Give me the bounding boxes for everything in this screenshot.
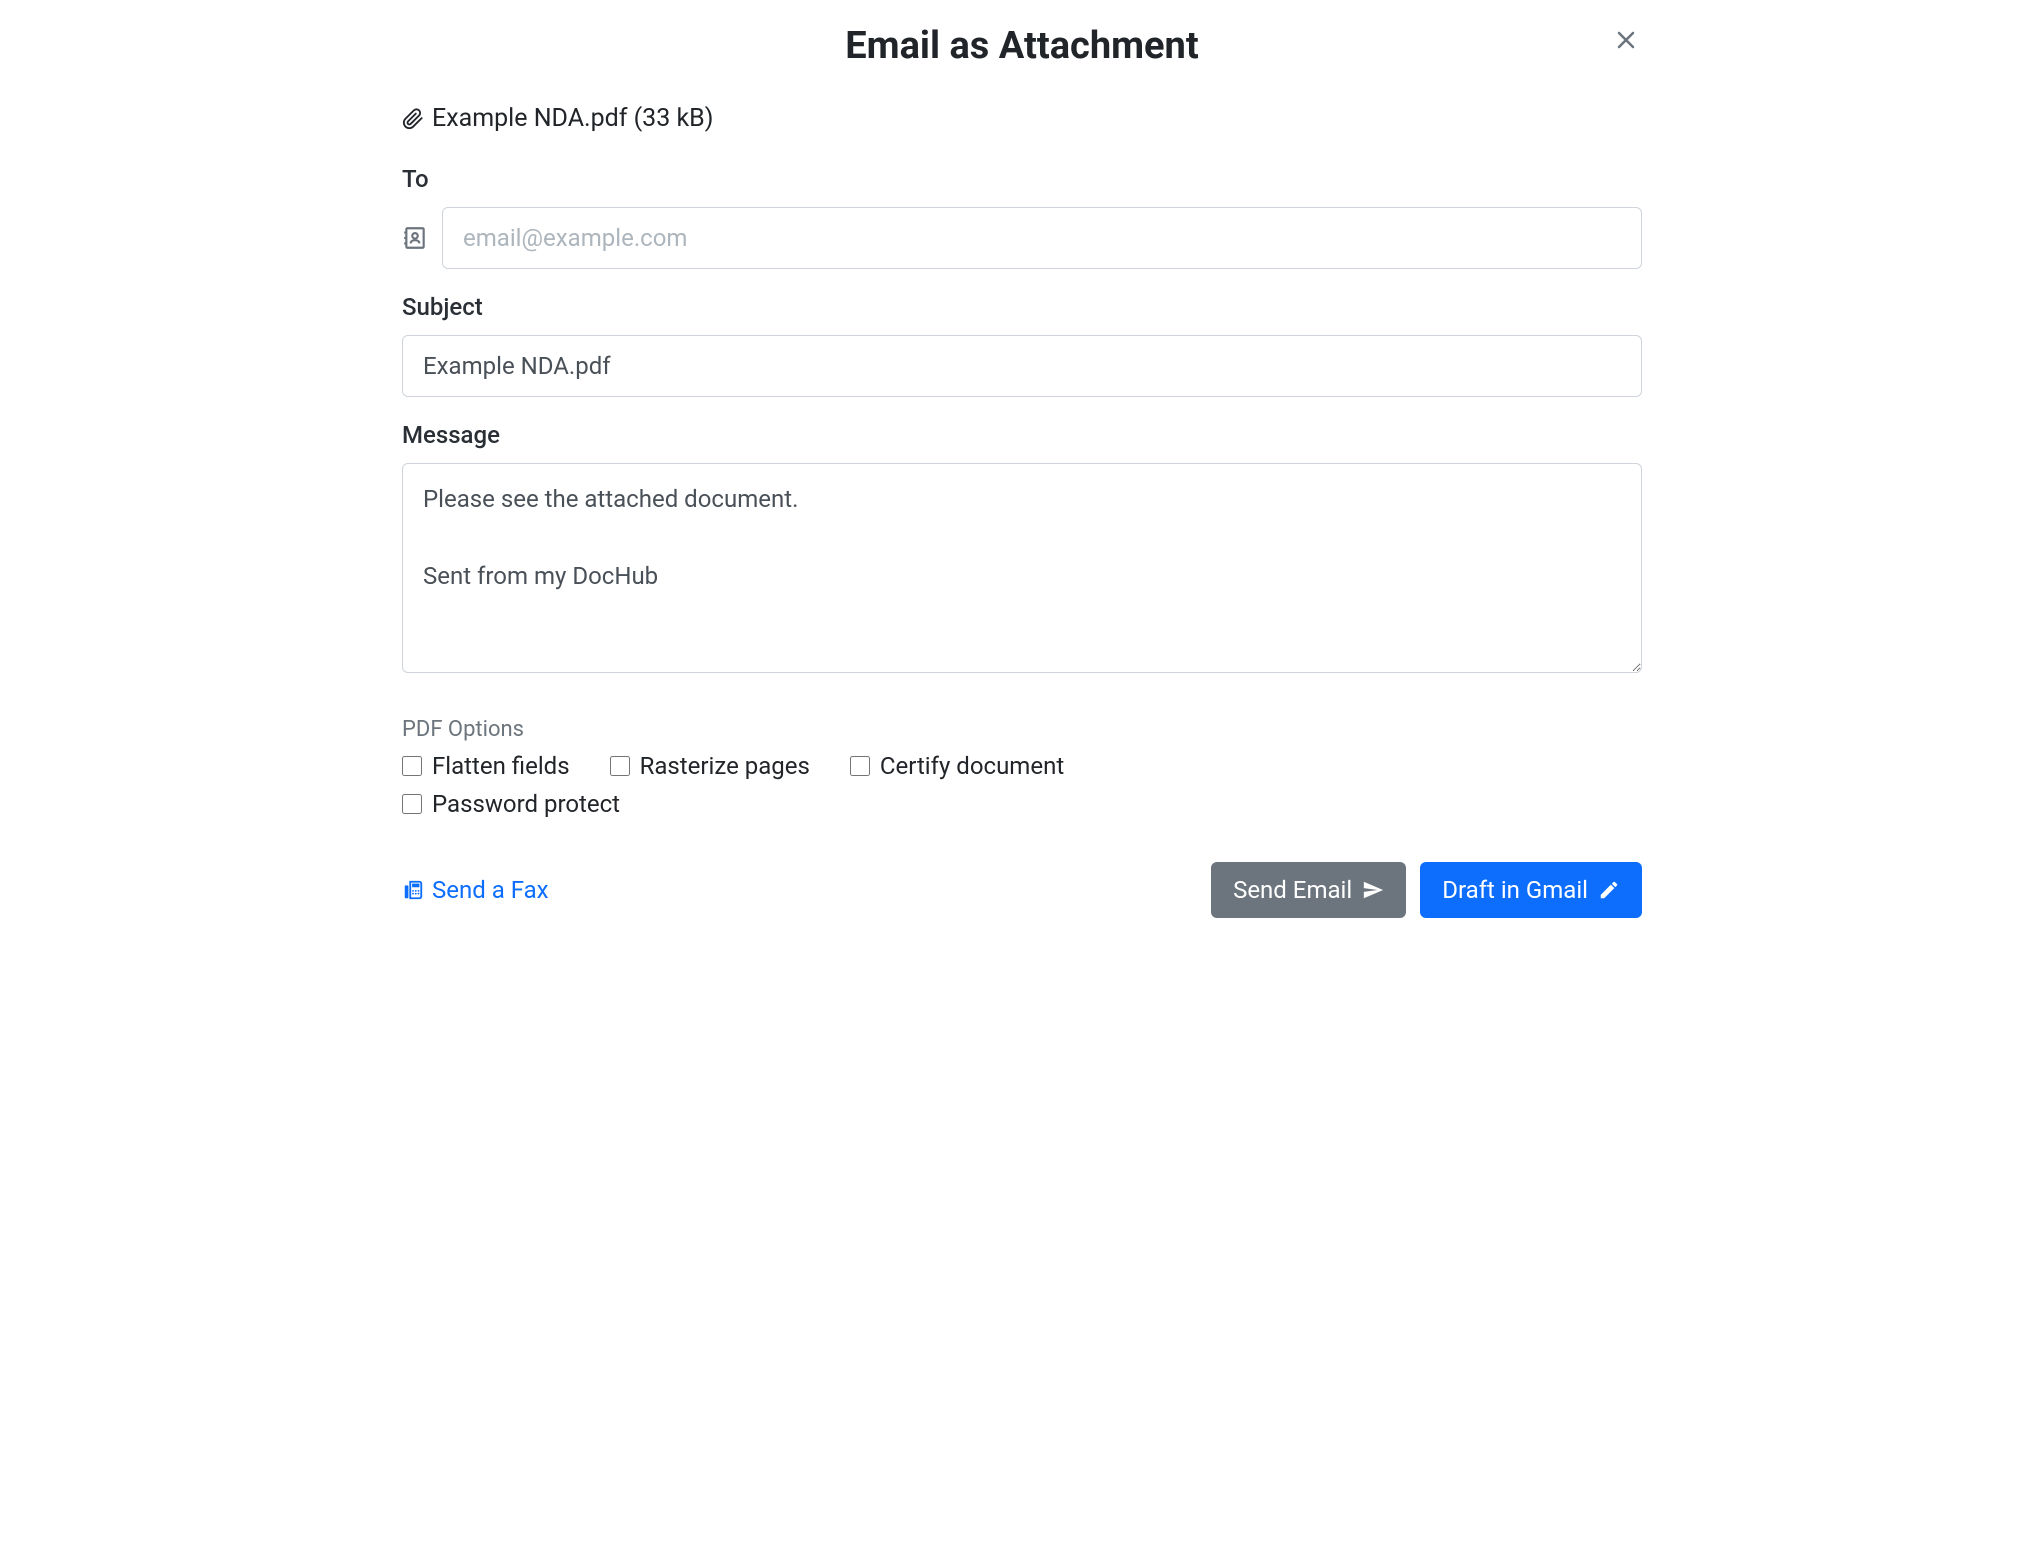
subject-input[interactable] (402, 335, 1642, 397)
send-fax-label: Send a Fax (432, 876, 549, 904)
dialog-header: Email as Attachment (402, 16, 1642, 104)
password-protect-label: Password protect (432, 790, 620, 818)
attachment-filename: Example NDA.pdf (33 kB) (432, 104, 713, 133)
subject-label: Subject (402, 293, 1642, 321)
flatten-fields-checkbox[interactable] (402, 756, 422, 776)
close-icon (1614, 28, 1638, 52)
attachment-info: Example NDA.pdf (33 kB) (402, 104, 1642, 133)
password-protect-checkbox[interactable] (402, 794, 422, 814)
to-input[interactable] (442, 207, 1642, 269)
send-email-label: Send Email (1233, 876, 1352, 904)
password-protect-option[interactable]: Password protect (402, 790, 620, 818)
pencil-icon (1598, 879, 1620, 901)
pdf-options-row: Flatten fields Rasterize pages Certify d… (402, 752, 1642, 780)
certify-document-label: Certify document (880, 752, 1064, 780)
to-field-group: To (402, 165, 1642, 269)
dialog-title: Email as Attachment (402, 24, 1642, 68)
paper-plane-icon (1362, 879, 1384, 901)
certify-document-option[interactable]: Certify document (850, 752, 1064, 780)
message-textarea[interactable] (402, 463, 1642, 673)
email-attachment-dialog: Email as Attachment Example NDA.pdf (33 … (402, 16, 1642, 918)
action-buttons: Send Email Draft in Gmail (1211, 862, 1642, 918)
rasterize-pages-checkbox[interactable] (610, 756, 630, 776)
dialog-footer: Send a Fax Send Email Draft in Gmail (402, 862, 1642, 918)
message-label: Message (402, 421, 1642, 449)
pdf-options-heading: PDF Options (402, 717, 1642, 742)
pdf-options-row-2: Password protect (402, 790, 1642, 818)
rasterize-pages-label: Rasterize pages (640, 752, 810, 780)
contact-book-icon[interactable] (402, 225, 428, 251)
certify-document-checkbox[interactable] (850, 756, 870, 776)
close-button[interactable] (1610, 24, 1642, 56)
fax-icon (402, 879, 424, 901)
flatten-fields-label: Flatten fields (432, 752, 570, 780)
flatten-fields-option[interactable]: Flatten fields (402, 752, 570, 780)
rasterize-pages-option[interactable]: Rasterize pages (610, 752, 810, 780)
send-email-button[interactable]: Send Email (1211, 862, 1406, 918)
draft-gmail-button[interactable]: Draft in Gmail (1420, 862, 1642, 918)
draft-gmail-label: Draft in Gmail (1442, 876, 1588, 904)
message-field-group: Message (402, 421, 1642, 677)
paperclip-icon (402, 108, 424, 130)
send-fax-link[interactable]: Send a Fax (402, 876, 549, 904)
to-label: To (402, 165, 1642, 193)
subject-field-group: Subject (402, 293, 1642, 397)
